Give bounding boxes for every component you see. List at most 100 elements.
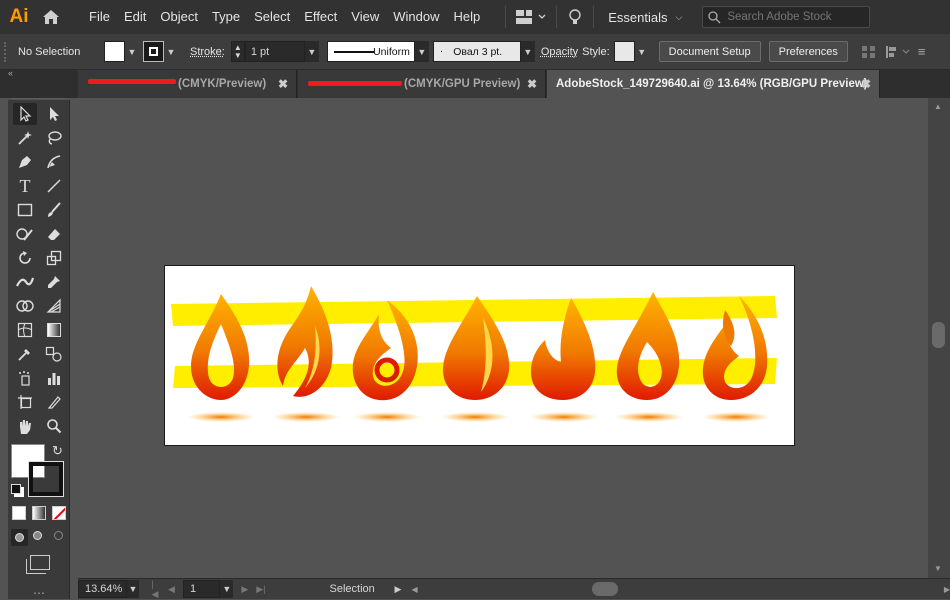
symbol-sprayer-icon[interactable]: [14, 368, 36, 388]
stroke-color-box[interactable]: [28, 461, 64, 497]
selection-tool-icon[interactable]: [13, 103, 37, 125]
puppet-warp-icon[interactable]: [43, 272, 65, 292]
menu-effect[interactable]: Effect: [297, 0, 344, 34]
edit-toolbar-icon[interactable]: ⋯: [33, 586, 45, 600]
collapse-panels-icon[interactable]: «: [8, 68, 13, 78]
scroll-right-icon[interactable]: ▶: [944, 585, 950, 594]
vertical-scrollbar[interactable]: ▲ ▼: [928, 98, 950, 578]
lasso-icon[interactable]: [43, 128, 65, 148]
menu-file[interactable]: File: [82, 0, 117, 34]
mesh-icon[interactable]: [14, 320, 36, 340]
menu-select[interactable]: Select: [247, 0, 297, 34]
screen-mode-icon[interactable]: [30, 555, 50, 570]
menu-help[interactable]: Help: [446, 0, 487, 34]
stroke-weight-dropdown[interactable]: ▼: [304, 41, 319, 62]
stroke-label[interactable]: Stroke:: [190, 46, 225, 58]
workspace-switcher[interactable]: Essentials: [608, 10, 667, 25]
artboard[interactable]: [164, 265, 795, 446]
rotate-icon[interactable]: [14, 248, 36, 268]
pen-icon[interactable]: [14, 152, 36, 172]
last-artboard-icon[interactable]: ▶|: [256, 584, 265, 595]
home-icon[interactable]: [34, 2, 68, 32]
swap-fill-stroke-icon[interactable]: ↻: [52, 443, 63, 459]
zoom-field[interactable]: 13.64%: [78, 580, 127, 598]
perspective-grid-icon[interactable]: [43, 296, 65, 316]
profile-dropdown[interactable]: ▼: [414, 41, 429, 62]
shaper-icon[interactable]: [14, 224, 36, 244]
close-icon[interactable]: ✖: [527, 77, 537, 91]
scale-icon[interactable]: [43, 248, 65, 268]
chevron-down-icon[interactable]: ⌵: [675, 12, 682, 23]
close-icon[interactable]: ✖: [278, 77, 288, 91]
type-icon[interactable]: T: [14, 176, 36, 196]
fill-swatch[interactable]: [104, 41, 125, 62]
width-icon[interactable]: [14, 272, 36, 292]
menu-object[interactable]: Object: [153, 0, 205, 34]
scroll-left-icon[interactable]: ◀: [411, 585, 417, 594]
artboard-dropdown[interactable]: ▼: [220, 580, 234, 598]
gradient-mode-icon[interactable]: [32, 506, 46, 520]
stroke-weight-stepper[interactable]: ▲ ▼: [230, 41, 245, 62]
zoom-dropdown[interactable]: ▼: [126, 580, 140, 598]
slice-icon[interactable]: [43, 392, 65, 412]
first-artboard-icon[interactable]: |◀: [151, 579, 160, 600]
artboard-icon[interactable]: [14, 392, 36, 412]
close-icon[interactable]: ✖: [861, 77, 871, 91]
variable-width-profile[interactable]: Uniform: [326, 41, 415, 62]
scroll-up-icon[interactable]: ▲: [934, 102, 942, 111]
horizontal-scrollbar[interactable]: [424, 582, 940, 596]
panel-grip[interactable]: [4, 41, 12, 62]
draw-behind-icon[interactable]: [33, 531, 42, 540]
none-mode-icon[interactable]: [52, 506, 66, 520]
style-dropdown[interactable]: ▼: [635, 41, 649, 62]
style-swatch[interactable]: [613, 41, 635, 62]
menu-window[interactable]: Window: [386, 0, 446, 34]
zoom-icon[interactable]: [43, 416, 65, 436]
scrollbar-thumb[interactable]: [932, 322, 945, 348]
workspace-grid-icon[interactable]: [514, 7, 548, 27]
stock-search[interactable]: [702, 6, 871, 28]
opacity-label[interactable]: Opacity: [541, 46, 578, 58]
menu-view[interactable]: View: [344, 0, 386, 34]
eraser-icon[interactable]: [43, 224, 65, 244]
paintbrush-icon[interactable]: [43, 200, 65, 220]
gradient-icon[interactable]: [43, 320, 65, 340]
shape-builder-icon[interactable]: [14, 296, 36, 316]
tab-document-3[interactable]: AdobeStock_149729640.ai @ 13.64% (RGB/GP…: [547, 70, 880, 98]
transform-icon[interactable]: [884, 44, 912, 60]
curvature-icon[interactable]: [43, 152, 65, 172]
status-menu-icon[interactable]: ▶: [395, 584, 402, 595]
default-fill-stroke-icon[interactable]: [11, 484, 21, 494]
menu-type[interactable]: Type: [205, 0, 247, 34]
fill-dropdown[interactable]: ▼: [125, 41, 139, 62]
direct-selection-tool-icon[interactable]: [43, 104, 65, 124]
tab-document-1[interactable]: (CMYK/Preview) ✖: [78, 70, 297, 98]
blend-icon[interactable]: [43, 344, 65, 364]
previous-artboard-icon[interactable]: ◀: [168, 584, 175, 595]
stroke-weight-field[interactable]: 1 pt: [244, 41, 305, 62]
horizontal-scrollbar-thumb[interactable]: [591, 582, 618, 596]
stroke-swatch[interactable]: [143, 41, 164, 62]
draw-inside-icon[interactable]: [54, 531, 63, 540]
draw-normal-icon[interactable]: [11, 529, 28, 546]
line-icon[interactable]: [43, 176, 65, 196]
next-artboard-icon[interactable]: ▶: [241, 584, 248, 595]
column-graph-icon[interactable]: [43, 368, 65, 388]
artboard-number-field[interactable]: 1: [182, 580, 221, 598]
align-icon[interactable]: [860, 44, 878, 60]
color-mode-icon[interactable]: [12, 506, 26, 520]
lightbulb-icon[interactable]: [565, 7, 585, 27]
search-input[interactable]: [727, 11, 868, 23]
eyedropper-icon[interactable]: [14, 344, 36, 364]
preferences-button[interactable]: Preferences: [768, 41, 848, 62]
brush-definition[interactable]: · Овал 3 pt.: [432, 41, 521, 62]
hand-icon[interactable]: [14, 416, 36, 436]
rectangle-icon[interactable]: [14, 200, 36, 220]
magic-wand-icon[interactable]: [14, 128, 36, 148]
menu-edit[interactable]: Edit: [117, 0, 153, 34]
brush-dropdown[interactable]: ▼: [520, 41, 535, 62]
menu-lines-icon[interactable]: ≡: [918, 44, 926, 59]
toolbox-grip[interactable]: [12, 98, 66, 102]
stroke-dropdown[interactable]: ▼: [164, 41, 178, 62]
document-setup-button[interactable]: Document Setup: [658, 41, 761, 62]
